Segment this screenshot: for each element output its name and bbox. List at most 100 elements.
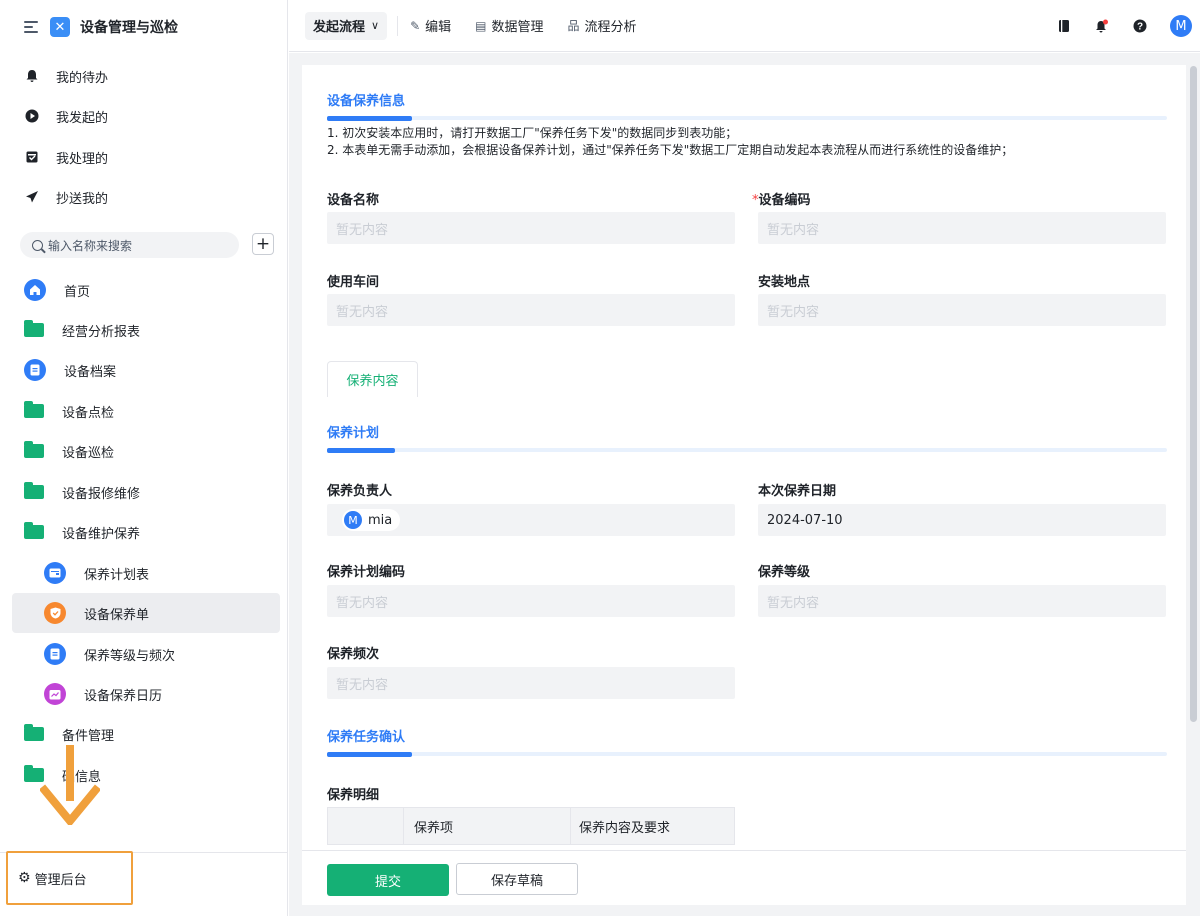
data-management-label: 数据管理 — [491, 20, 544, 35]
data-management-button[interactable]: ▤ 数据管理 — [475, 16, 544, 36]
nav-label: 首页 — [64, 284, 91, 300]
note-line: 2. 本表单无需手动添加，会根据设备保养计划，通过"保养任务下发"数据工厂定期自… — [327, 143, 1014, 157]
nav-item-spot-check[interactable]: 设备点检 — [12, 391, 280, 431]
nav-item-maintenance[interactable]: 设备维护保养 — [12, 512, 280, 552]
nav-item-analysis-report[interactable]: 经营分析报表 — [12, 310, 280, 350]
level-field[interactable]: 暂无内容 — [758, 585, 1166, 617]
nav-item-plan-table[interactable]: 保养计划表 — [12, 553, 280, 593]
document-icon — [44, 643, 66, 665]
field-label-required: *设备编码 — [752, 189, 811, 208]
submit-button[interactable]: 提交 — [327, 864, 449, 896]
scrollbar[interactable] — [1190, 66, 1197, 722]
section-title: 设备保养信息 — [327, 94, 406, 109]
admin-console-button[interactable]: ⚙ 管理后台 — [6, 851, 133, 905]
gear-icon: ⚙ — [18, 870, 31, 886]
document-icon — [24, 359, 46, 381]
toolbar-divider — [397, 15, 399, 36]
nav-label: 设备维护保养 — [62, 526, 141, 542]
nav-label: 设备点检 — [62, 405, 115, 421]
tab-maintenance-content[interactable]: 保养内容 — [327, 361, 418, 397]
section-underline — [327, 448, 1167, 453]
field-label: 保养等级 — [758, 565, 811, 580]
nav-item-repair[interactable]: 设备报修维修 — [12, 472, 280, 512]
field-placeholder: 暂无内容 — [336, 304, 389, 320]
field-label: 保养负责人 — [327, 484, 393, 499]
location-field[interactable]: 暂无内容 — [758, 294, 1166, 326]
form-card: 设备保养信息 1. 初次安装本应用时，请打开数据工厂"保养任务下发"的数据同步到… — [302, 65, 1186, 905]
owner-field[interactable]: M mia — [327, 504, 735, 536]
field-placeholder: 暂无内容 — [336, 595, 389, 611]
frequency-field[interactable]: 暂无内容 — [327, 667, 735, 699]
nav-item-patrol[interactable]: 设备巡检 — [12, 431, 280, 471]
nav-label: 设备报修维修 — [62, 486, 141, 502]
folder-icon — [24, 482, 44, 499]
nav-label: 设备档案 — [64, 364, 117, 380]
bell-icon — [24, 68, 40, 84]
field-placeholder: 暂无内容 — [767, 304, 820, 320]
nav-item-home[interactable]: 首页 — [12, 270, 280, 310]
folder-icon — [24, 401, 44, 418]
workshop-field[interactable]: 暂无内容 — [327, 294, 735, 326]
field-placeholder: 暂无内容 — [336, 222, 389, 238]
start-flow-button[interactable]: 发起流程 ∨ — [305, 11, 388, 40]
nav-label: 设备保养日历 — [84, 688, 163, 704]
book-icon[interactable] — [1056, 18, 1072, 34]
nav-item-device-archive[interactable]: 设备档案 — [12, 350, 280, 390]
nav-label: 设备保养单 — [84, 607, 150, 623]
inbox-icon — [24, 149, 40, 165]
folder-icon — [24, 320, 44, 337]
table-icon: ▤ — [475, 18, 487, 33]
nav-item-maintenance-order[interactable]: 设备保养单 — [12, 593, 280, 633]
folder-icon — [24, 441, 44, 458]
help-icon[interactable]: ? — [1132, 18, 1148, 34]
flow-icon: 品 — [567, 19, 580, 33]
search-placeholder: 输入名称来搜索 — [48, 238, 133, 253]
play-icon — [24, 108, 40, 124]
shield-icon — [44, 602, 66, 624]
field-placeholder: 暂无内容 — [336, 677, 389, 693]
user-avatar[interactable]: M — [1170, 15, 1192, 37]
section-title: 保养任务确认 — [327, 730, 406, 745]
note-line: 1. 初次安装本应用时，请打开数据工厂"保养任务下发"的数据同步到表功能； — [327, 126, 738, 140]
add-button[interactable]: + — [252, 233, 274, 255]
nav-item-calendar[interactable]: 设备保养日历 — [12, 674, 280, 714]
menu-toggle-icon[interactable] — [24, 19, 40, 35]
tab-label: 保养内容 — [346, 374, 399, 389]
quick-nav-label: 我发起的 — [56, 110, 109, 126]
table-header-cell — [328, 808, 404, 844]
quick-nav-label: 我的待办 — [56, 70, 109, 86]
notification-bell-icon[interactable] — [1094, 18, 1110, 34]
nav-label: 保养等级与频次 — [84, 648, 176, 664]
pencil-icon: ✎ — [410, 18, 421, 33]
field-placeholder: 暂无内容 — [767, 222, 820, 238]
plan-code-field[interactable]: 暂无内容 — [327, 585, 735, 617]
admin-label: 管理后台 — [34, 872, 87, 888]
device-name-field[interactable]: 暂无内容 — [327, 212, 735, 244]
calendar-icon — [44, 683, 66, 705]
device-code-field[interactable]: 暂无内容 — [758, 212, 1166, 244]
section-underline — [327, 752, 1167, 757]
field-label: 保养计划编码 — [327, 565, 406, 580]
save-draft-button[interactable]: 保存草稿 — [456, 863, 578, 895]
field-placeholder: 暂无内容 — [767, 595, 820, 611]
field-label: 本次保养日期 — [758, 484, 837, 499]
flow-analysis-button[interactable]: 品 流程分析 — [568, 16, 637, 35]
date-field[interactable]: 2024-07-10 — [758, 504, 1166, 536]
quick-nav-label: 我处理的 — [56, 151, 109, 167]
user-chip[interactable]: M mia — [342, 509, 401, 531]
nav-item-level-frequency[interactable]: 保养等级与频次 — [12, 634, 280, 674]
quick-nav-todo[interactable]: 我的待办 — [24, 64, 108, 88]
field-label: 设备编码 — [758, 193, 811, 208]
section-underline — [327, 116, 1167, 121]
arrow-down-icon — [40, 745, 100, 825]
edit-button[interactable]: ✎ 编辑 — [410, 16, 451, 36]
section-title: 保养计划 — [327, 426, 380, 441]
home-icon — [24, 279, 46, 301]
quick-nav-handled[interactable]: 我处理的 — [24, 145, 108, 169]
quick-nav-cc[interactable]: 抄送我的 — [24, 185, 108, 209]
search-input[interactable]: 输入名称来搜索 — [20, 232, 239, 258]
field-label: 保养明细 — [327, 788, 380, 803]
quick-nav-initiated[interactable]: 我发起的 — [24, 104, 108, 128]
app-logo-icon: ✕ — [50, 17, 70, 37]
nav-label: 保养计划表 — [84, 567, 150, 583]
